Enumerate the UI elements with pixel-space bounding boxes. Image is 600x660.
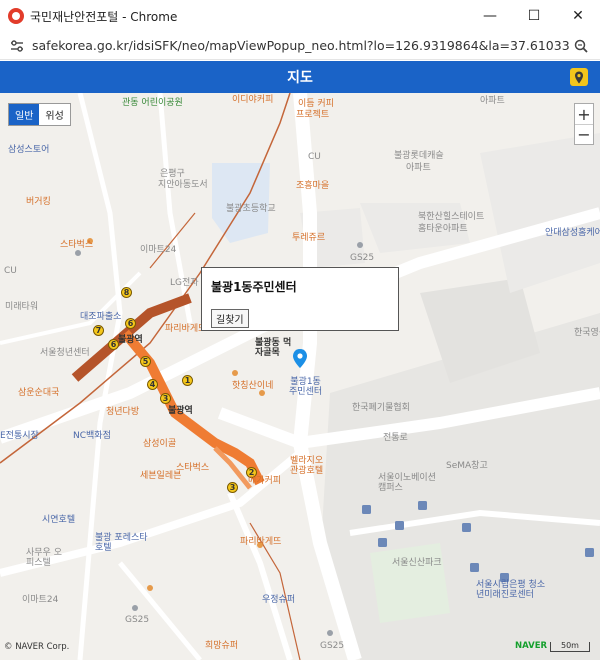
address-bar: safekorea.go.kr/idsiSFK/neo/mapViewPopup… [0, 32, 600, 60]
map-label: 안대삼성홈케어 [545, 228, 600, 238]
map-label: 이마트24 [140, 245, 177, 255]
map-label: 불광역 [118, 335, 143, 345]
map-label: 세븐일레븐 [140, 471, 182, 481]
map-label: 불광롯데캐슬 [394, 151, 444, 161]
map-label: 아파트 [406, 163, 431, 173]
map-label: 투레쥬르 [292, 233, 326, 243]
map-label: 불광 포레스타호텔 [95, 533, 148, 553]
minimize-icon[interactable]: — [468, 0, 512, 32]
zoom-control: + − [574, 103, 594, 145]
map-label: 우정슈퍼 [262, 595, 296, 605]
map-type-satellite-button[interactable]: 위성 [39, 104, 69, 125]
naver-logo[interactable]: NAVER [515, 641, 547, 651]
map-label: CU [4, 266, 17, 276]
window-title: 국민재난안전포털 - Chrome [30, 9, 178, 24]
map-type-toggle: 일반 위성 [8, 103, 71, 126]
map-label: NC백화점 [73, 431, 111, 441]
station-marker[interactable]: 4 [147, 379, 158, 390]
map-copyright: © NAVER Corp. [4, 642, 70, 652]
map-label: 대조파출소 [80, 312, 122, 322]
map-label: 프로젝트 [296, 110, 330, 120]
info-window-title: 불광1동주민센터 [211, 280, 297, 294]
map-label: 한국영상자료원 [574, 328, 600, 338]
page-title: 지도 [287, 70, 313, 86]
map-label: 은평구 [160, 169, 185, 179]
map-label: 이듬 커피 [298, 99, 334, 109]
map-label: 삼성이골 [143, 439, 177, 449]
map-label: E전통시장 [0, 431, 39, 441]
info-window: 불광1동주민센터 길찾기 [201, 267, 399, 331]
map-label: GS25 [350, 253, 375, 263]
map-label: 삼성스토어 [8, 145, 50, 155]
map-label: 벨라지오 관광호텔 [290, 456, 324, 476]
station-marker[interactable]: 6 [125, 318, 136, 329]
map-label: 삼운순대국 [18, 388, 60, 398]
map-label: 핫칭산이네 [232, 381, 274, 391]
map-label: 시연호텔 [42, 515, 76, 525]
close-icon[interactable]: ✕ [556, 0, 600, 32]
zoom-in-button[interactable]: + [575, 104, 593, 124]
map-label: 청년다방 [106, 407, 140, 417]
map-label: 조흥마을 [296, 181, 330, 191]
map-label: 파리바게뜨 [240, 537, 282, 547]
map-label: SeMA창고 [446, 461, 488, 471]
marker-label: 불광1동 주민센터 [289, 377, 323, 397]
map-label: LG전자 [170, 278, 199, 288]
map-label: 관동 어린이공원 [122, 98, 183, 108]
map-label: 희망슈퍼 [205, 641, 239, 651]
map-scale: 50m [550, 642, 590, 652]
map-label: 서울시립은평 청소년미래진로센터 [476, 580, 546, 600]
url-text[interactable]: safekorea.go.kr/idsiSFK/neo/mapViewPopup… [32, 38, 570, 53]
station-marker[interactable]: 8 [121, 287, 132, 298]
map-label: GS25 [320, 641, 345, 651]
map-label: 이디야커피 [232, 95, 274, 105]
popup-header: 지도 [0, 61, 600, 93]
map-label: 미래타워 [5, 302, 39, 312]
station-marker[interactable]: 7 [93, 325, 104, 336]
map-label: 이마트24 [22, 595, 59, 605]
map-label: 서울청년센터 [40, 348, 90, 358]
map-label: 버거킹 [26, 197, 51, 207]
map-label: 지안아동도서 [158, 180, 208, 190]
map-label: 불광역 [168, 406, 193, 416]
map-label: GS25 [125, 615, 150, 625]
maximize-icon[interactable]: ☐ [512, 0, 556, 32]
map-label: 사무우 오피스텔 [26, 548, 62, 568]
map-label: 홈타운아파트 [418, 224, 468, 234]
map-label: 불광초등학교 [226, 204, 276, 214]
site-settings-icon[interactable] [8, 37, 26, 55]
zoom-out-button[interactable]: − [575, 124, 593, 144]
app-logo-icon [8, 8, 24, 24]
map-label: 불광동 먹자골목 [255, 338, 292, 358]
station-marker[interactable]: 1 [182, 375, 193, 386]
station-marker[interactable]: 3 [160, 393, 171, 404]
location-pin-icon[interactable] [570, 68, 588, 86]
station-marker[interactable]: 5 [140, 356, 151, 367]
map-label: 스타벅스 [60, 240, 94, 250]
map-label: 북한산힐스테이트 [418, 212, 485, 222]
directions-button[interactable]: 길찾기 [211, 309, 249, 328]
map-label: 서울이노베이션 캠퍼스 [378, 473, 436, 493]
map-label: 서울신산파크 [392, 558, 442, 568]
map-label: 전통로 [383, 433, 408, 443]
map-label: CU [308, 152, 321, 162]
map-type-normal-button[interactable]: 일반 [9, 104, 40, 125]
zoom-icon[interactable] [570, 39, 592, 53]
map-view[interactable]: 8 6 7 6 5 4 3 1 2 3 아파트 이디야커피 관동 어린이공원 이… [0, 93, 600, 660]
map-label: 아파트 [480, 96, 505, 106]
station-marker[interactable]: 3 [227, 482, 238, 493]
map-label: 메가커피 [248, 476, 282, 486]
map-label: 한국폐기물협회 [352, 403, 410, 413]
window-titlebar: 국민재난안전포털 - Chrome — ☐ ✕ [0, 0, 600, 32]
